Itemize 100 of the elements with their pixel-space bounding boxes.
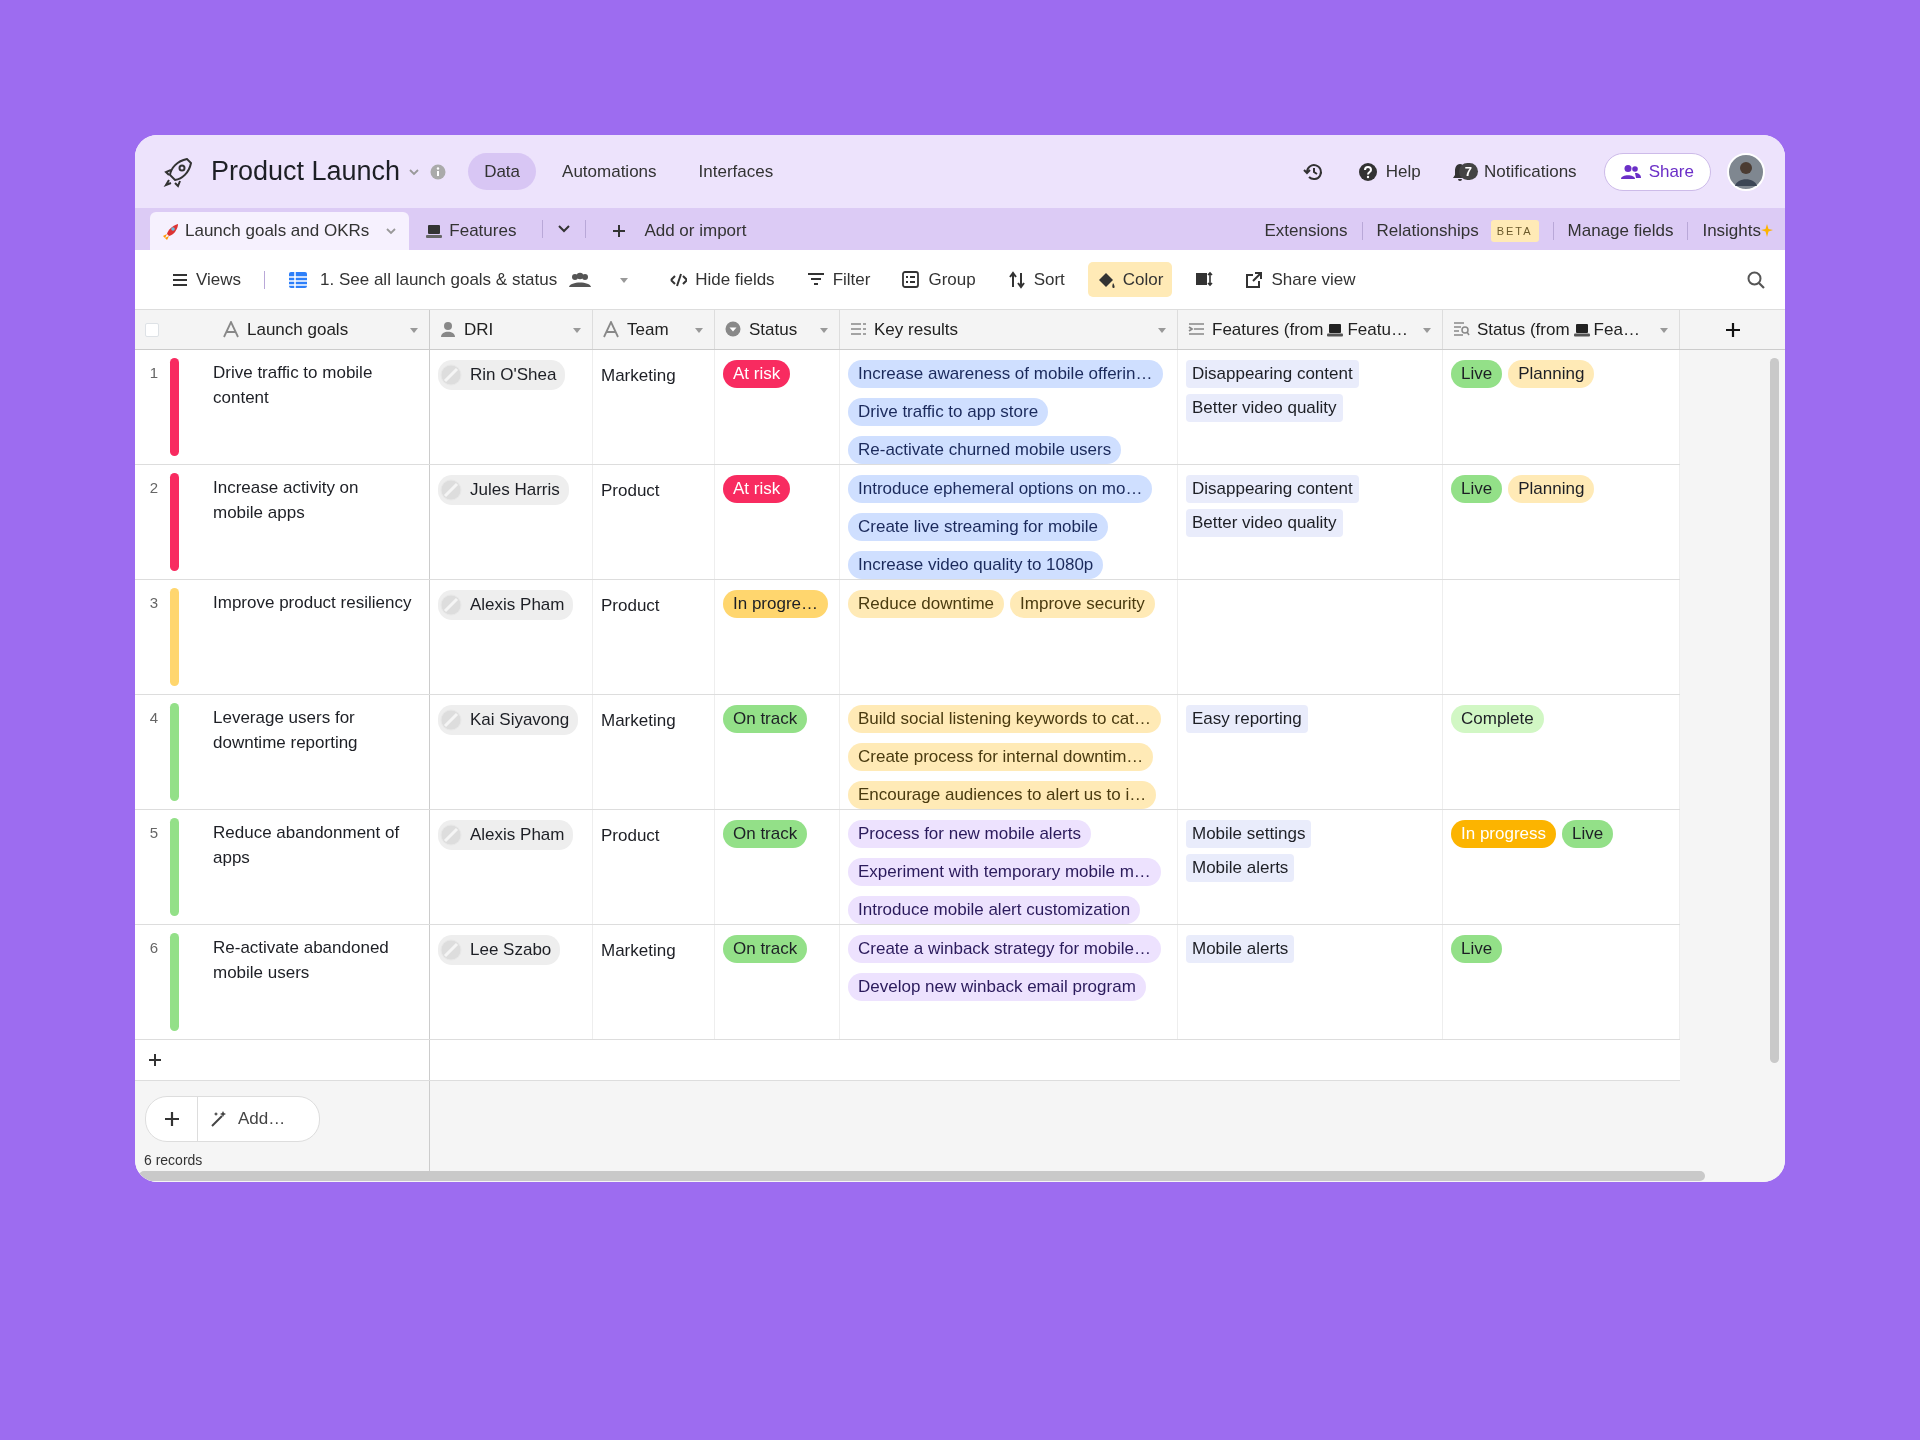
- status-tag: On track: [723, 705, 808, 733]
- feature-status-tag: Planning: [1508, 475, 1595, 503]
- team-text: Product: [601, 480, 660, 502]
- text-field-icon: [223, 321, 240, 338]
- person-chip: Kai Siyavong: [438, 705, 579, 735]
- filter-button[interactable]: Filter: [797, 261, 880, 298]
- goal-text: Leverage users for downtime reporting: [213, 707, 359, 754]
- add-row-icon[interactable]: [149, 1054, 161, 1066]
- key-result-tag: Increase video quality to 1080p: [848, 551, 1104, 579]
- feature-status-tag: Live: [1451, 360, 1503, 388]
- row-number: 2: [148, 478, 160, 498]
- key-result-tag: Introduce mobile alert customization: [848, 896, 1141, 924]
- select-all-checkbox[interactable]: [145, 322, 159, 337]
- column-label[interactable]: Team: [627, 316, 669, 343]
- laptop-icon: [425, 223, 444, 239]
- beta-badge: BETA: [1490, 219, 1539, 243]
- color-button[interactable]: Color: [1087, 261, 1173, 298]
- feature-tag: Mobile settings: [1186, 820, 1312, 848]
- empty-avatar-icon: [440, 478, 462, 501]
- column-label[interactable]: Launch goals: [247, 316, 349, 343]
- person-chip: Alexis Pham: [438, 820, 574, 850]
- search-icon[interactable]: [1747, 270, 1765, 289]
- avatar-icon[interactable]: [1727, 152, 1765, 191]
- view-selector[interactable]: 1. See all launch goals & status: [279, 261, 639, 298]
- status-tag: On track: [723, 820, 808, 848]
- goal-text: Drive traffic to mobile content: [213, 362, 374, 409]
- views-button[interactable]: Views: [163, 261, 251, 298]
- person-chip: Alexis Pham: [438, 590, 574, 620]
- column-label[interactable]: Features (from Featu…: [1212, 316, 1408, 343]
- key-result-tag: Encourage audiences to alert us to i…: [848, 781, 1157, 809]
- goal-text: Increase activity on mobile apps: [213, 477, 360, 524]
- group-icon: [902, 270, 921, 289]
- notifications-button[interactable]: 7 Notifications: [1441, 153, 1586, 190]
- toolbar-link[interactable]: Extensions: [1264, 218, 1348, 244]
- text-field-icon: [603, 321, 620, 338]
- feature-tag: Better video quality: [1186, 394, 1343, 422]
- person-chip: Lee Szabo: [438, 935, 561, 965]
- team-text: Marketing: [601, 365, 676, 387]
- status-tag: In progre…: [723, 590, 829, 618]
- share-icon: [1245, 270, 1264, 289]
- toolbar-link[interactable]: Relationships: [1376, 218, 1479, 244]
- team-text: Marketing: [601, 710, 676, 732]
- row-number: 6: [148, 938, 160, 958]
- chevron-icon[interactable]: [557, 223, 572, 235]
- feature-tag: Disappearing content: [1186, 475, 1359, 503]
- row-number: 4: [148, 708, 160, 728]
- group-button[interactable]: Group: [893, 261, 985, 298]
- key-result-tag: Process for new mobile alerts: [848, 820, 1091, 848]
- column-label[interactable]: Status (from Fea…: [1477, 316, 1640, 343]
- column-label[interactable]: DRI: [464, 316, 494, 343]
- sparkle-icon: [1761, 224, 1773, 238]
- team-text: Product: [601, 825, 660, 847]
- table-tab[interactable]: Features: [413, 212, 529, 250]
- table-tab[interactable]: Launch goals and OKRs: [150, 212, 410, 250]
- key-result-tag: Develop new winback email program: [848, 973, 1146, 1001]
- goal-text: Re-activate abandoned mobile users: [213, 937, 390, 984]
- key-result-tag: Reduce downtime: [848, 590, 1005, 618]
- grid-view-icon: [288, 270, 309, 289]
- plus-icon: [612, 224, 627, 238]
- feature-status-tag: Live: [1451, 935, 1503, 963]
- add-column-icon[interactable]: [1725, 322, 1740, 337]
- add-table-button[interactable]: Add or import: [600, 212, 759, 250]
- list-icon: [1188, 321, 1205, 338]
- empty-avatar-icon: [440, 593, 462, 616]
- key-result-tag: Drive traffic to app store: [848, 398, 1049, 426]
- key-result-tag: Build social listening keywords to cat…: [848, 705, 1161, 733]
- horizontal-scrollbar[interactable]: [139, 1171, 1705, 1181]
- row-number: 3: [148, 593, 160, 613]
- toolbar-link[interactable]: Insights: [1702, 218, 1761, 244]
- people-icon: [569, 271, 592, 288]
- nav-tab[interactable]: Automations: [546, 152, 673, 191]
- person-icon: [440, 321, 457, 338]
- nav-tab[interactable]: Data: [468, 152, 537, 191]
- column-label[interactable]: Key results: [874, 316, 959, 343]
- sort-button[interactable]: Sort: [998, 261, 1074, 298]
- nav-tab[interactable]: Interfaces: [682, 152, 790, 191]
- row-height-icon: [1195, 270, 1214, 289]
- feature-status-tag: Planning: [1508, 360, 1595, 388]
- toolbar-link[interactable]: Manage fields: [1567, 218, 1674, 244]
- share-button[interactable]: Share: [1603, 152, 1711, 191]
- share-view-button[interactable]: Share view: [1236, 261, 1365, 298]
- history-icon[interactable]: [1302, 161, 1323, 182]
- help-button[interactable]: Help: [1348, 153, 1430, 190]
- vertical-scrollbar[interactable]: [1770, 358, 1779, 1063]
- record-count: 6 records: [144, 1151, 204, 1170]
- rocket-icon: [162, 222, 179, 240]
- column-label[interactable]: Status: [749, 316, 798, 343]
- hide-fields-button[interactable]: Hide fields: [660, 261, 784, 298]
- info-icon[interactable]: [430, 163, 447, 180]
- key-result-tag: Improve security: [1010, 590, 1155, 618]
- key-result-tag: Create a winback strategy for mobile…: [848, 935, 1161, 963]
- laptop-icon: [1327, 322, 1344, 337]
- sort-icon: [1007, 270, 1026, 289]
- magic-wand-icon: [210, 1110, 228, 1128]
- person-chip: Rin O'Shea: [438, 360, 566, 390]
- status-tag: On track: [723, 935, 808, 963]
- key-result-tag: Create live streaming for mobile: [848, 513, 1108, 541]
- feature-status-tag: Live: [1451, 475, 1503, 503]
- base-title: Product Launch: [211, 155, 401, 189]
- team-text: Product: [601, 595, 660, 617]
